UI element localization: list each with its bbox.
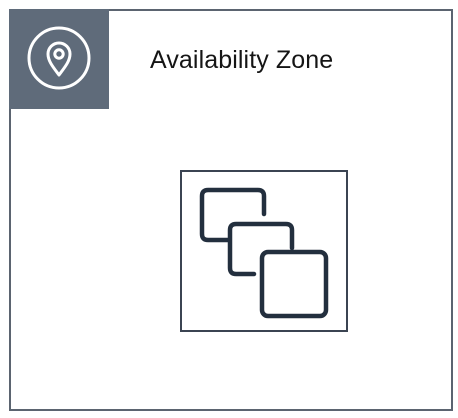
instances-container (180, 170, 348, 332)
availability-zone-title: Availability Zone (150, 46, 334, 74)
multiple-instances-icon (199, 187, 329, 319)
availability-zone-badge (9, 9, 109, 109)
location-pin-icon (27, 26, 91, 90)
